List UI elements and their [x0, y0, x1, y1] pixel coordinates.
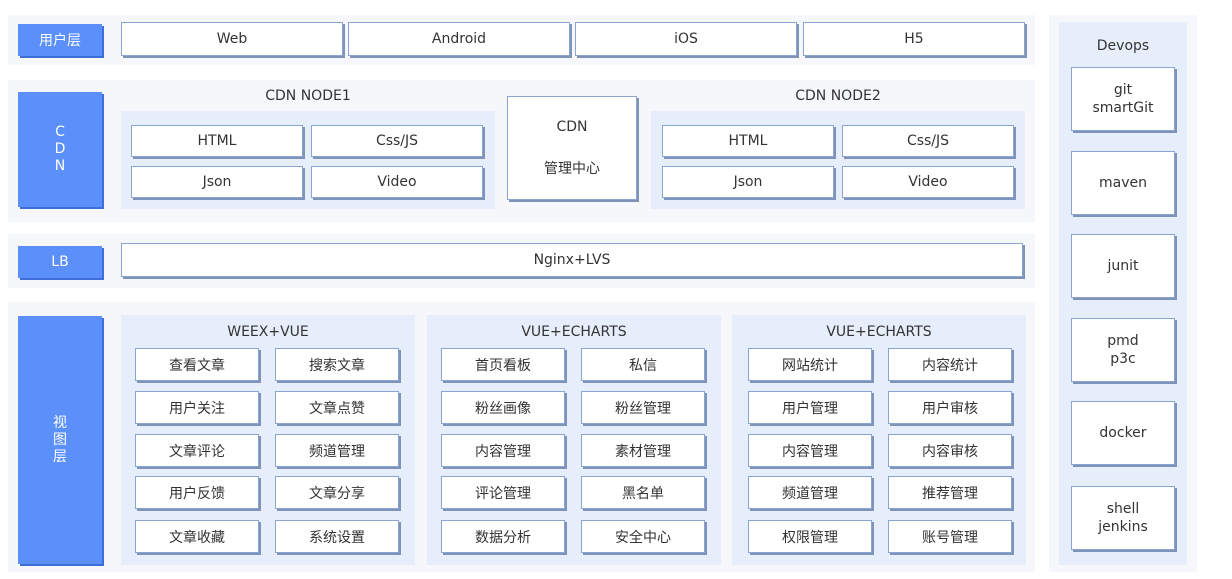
- view-module-item: 网站统计: [748, 348, 872, 381]
- devops-tool-line: pmd: [1107, 333, 1139, 349]
- view-module-item: 用户关注: [135, 391, 259, 424]
- devops-title: Devops: [1096, 38, 1150, 54]
- view-module-item: 素材管理: [581, 434, 705, 467]
- view-group-title: VUE+ECHARTS: [826, 324, 932, 340]
- view-group-title: VUE+ECHARTS: [521, 324, 627, 340]
- devops-tool-line: git: [1113, 82, 1133, 98]
- cdn-node1-item: HTML: [131, 125, 303, 157]
- devops-tool-line: smartGit: [1092, 100, 1154, 116]
- view-module-item: 账号管理: [888, 520, 1012, 553]
- cdn-node2-item: Video: [842, 166, 1014, 198]
- view-module-item: 粉丝管理: [581, 391, 705, 424]
- user-layer-label: 用户层: [18, 24, 102, 56]
- devops-tool-line: maven: [1099, 175, 1147, 191]
- view-module-item: 内容统计: [888, 348, 1012, 381]
- cdn-node1-item: Video: [311, 166, 483, 198]
- view-module-item: 数据分析: [441, 520, 565, 553]
- view-module-item: 首页看板: [441, 348, 565, 381]
- view-module-item: 频道管理: [748, 476, 872, 509]
- view-module-item: 内容审核: [888, 434, 1012, 467]
- view-module-item: 文章收藏: [135, 520, 259, 553]
- devops-tool-line: jenkins: [1098, 519, 1148, 535]
- cdn-label-char: D: [54, 141, 66, 157]
- view-module-item: 粉丝画像: [441, 391, 565, 424]
- cdn-label-char: N: [54, 158, 66, 174]
- devops-tool: junit: [1071, 234, 1175, 298]
- view-module-item: 用户反馈: [135, 476, 259, 509]
- view-label-char: 视: [53, 414, 67, 431]
- devops-tool: docker: [1071, 401, 1175, 465]
- view-module-item: 权限管理: [748, 520, 872, 553]
- view-module-item: 查看文章: [135, 348, 259, 381]
- cdn-node1-title: CDN NODE1: [265, 88, 351, 104]
- devops-tool-line: p3c: [1110, 351, 1136, 367]
- view-module-item: 用户管理: [748, 391, 872, 424]
- view-module-item: 私信: [581, 348, 705, 381]
- lb-layer-label: LB: [18, 246, 102, 278]
- client-android: Android: [348, 22, 570, 56]
- devops-tool-line: docker: [1099, 425, 1147, 441]
- lb-nginx-lvs: Nginx+LVS: [121, 243, 1023, 277]
- cdn-node2-item: Css/JS: [842, 125, 1014, 157]
- cdn-label-char: C: [55, 124, 65, 140]
- view-label-char: 层: [53, 448, 67, 465]
- view-module-item: 推荐管理: [888, 476, 1012, 509]
- view-module-item: 文章评论: [135, 434, 259, 467]
- cdn-node2-item: HTML: [662, 125, 834, 157]
- client-h5: H5: [803, 22, 1025, 56]
- view-module-item: 文章点赞: [275, 391, 399, 424]
- cdn-node2-title: CDN NODE2: [795, 88, 881, 104]
- cdn-node1-item: Json: [131, 166, 303, 198]
- view-group-title: WEEX+VUE: [227, 324, 309, 340]
- devops-tool: pmd p3c: [1071, 318, 1175, 382]
- client-ios: iOS: [575, 22, 797, 56]
- devops-tool: shell jenkins: [1071, 486, 1175, 550]
- cdn-center-line: CDN: [556, 119, 588, 135]
- cdn-center-line: 管理中心: [544, 161, 600, 177]
- cdn-node1-item: Css/JS: [311, 125, 483, 157]
- view-module-item: 系统设置: [275, 520, 399, 553]
- devops-tool-line: shell: [1106, 501, 1140, 517]
- devops-tool-line: junit: [1107, 258, 1139, 274]
- view-module-item: 搜索文章: [275, 348, 399, 381]
- view-module-item: 用户审核: [888, 391, 1012, 424]
- cdn-layer-label: C D N: [18, 92, 102, 207]
- devops-tool: git smartGit: [1071, 67, 1175, 131]
- view-layer-label: 视 图 层: [18, 316, 102, 564]
- cdn-management-center: CDN 管理中心: [507, 96, 637, 200]
- devops-tool: maven: [1071, 151, 1175, 215]
- client-web: Web: [121, 22, 343, 56]
- view-module-item: 内容管理: [441, 434, 565, 467]
- view-module-item: 评论管理: [441, 476, 565, 509]
- view-module-item: 安全中心: [581, 520, 705, 553]
- view-module-item: 内容管理: [748, 434, 872, 467]
- view-label-char: 图: [53, 431, 67, 448]
- view-module-item: 黑名单: [581, 476, 705, 509]
- view-module-item: 频道管理: [275, 434, 399, 467]
- cdn-node2-item: Json: [662, 166, 834, 198]
- view-module-item: 文章分享: [275, 476, 399, 509]
